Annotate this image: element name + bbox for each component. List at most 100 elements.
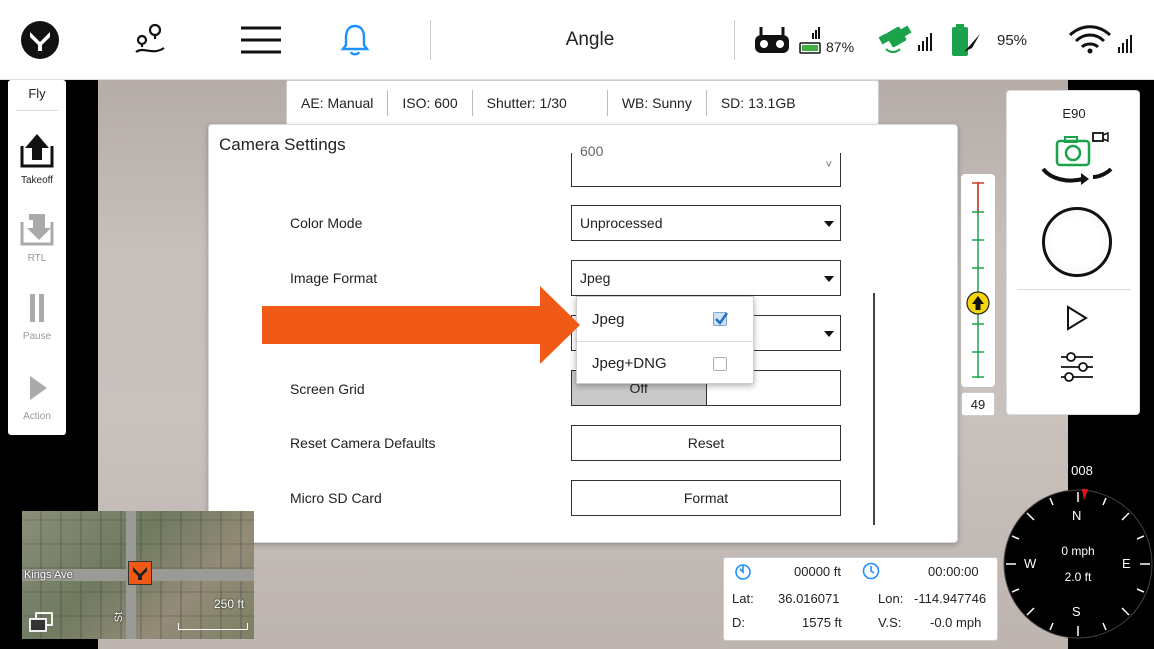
mini-map[interactable]: Kings Ave St 250 ft: [22, 511, 254, 639]
divider: [1017, 289, 1131, 290]
annotation-arrow-icon: [262, 286, 582, 369]
zoom-slider[interactable]: [961, 174, 995, 387]
checkbox-unchecked-icon[interactable]: [713, 357, 727, 371]
micro-sd-label: Micro SD Card: [290, 490, 382, 506]
iso-status: ISO: 600: [388, 90, 473, 116]
return-to-launch-icon: [20, 214, 54, 246]
map-scale-bar: [178, 623, 248, 630]
color-mode-label: Color Mode: [290, 215, 363, 231]
ae-status: AE: Manual: [287, 90, 389, 116]
dropdown-option-jpeg[interactable]: Jpeg: [577, 297, 755, 341]
fly-mode-label: Fly: [28, 86, 46, 101]
playback-icon[interactable]: [1065, 305, 1089, 336]
compass-speed: 0 mph: [1061, 544, 1095, 558]
compass-south: S: [1072, 604, 1081, 619]
format-button-label: Format: [683, 490, 729, 506]
distance-value: 1575 ft: [802, 615, 842, 630]
shutter-button[interactable]: [1042, 207, 1112, 277]
altitude-value: 00000 ft: [794, 564, 841, 579]
vertical-speed-label: V.S:: [878, 615, 902, 630]
flight-mode-label: Angle: [565, 29, 615, 50]
compass-west: W: [1024, 556, 1037, 571]
image-format-dropdown: Jpeg Jpeg+DNG: [576, 296, 755, 385]
play-action-icon: [30, 376, 47, 400]
controller-signal-battery-icon: [799, 27, 821, 54]
controller-battery: 87%: [798, 0, 866, 80]
map-street-label: Kings Ave: [24, 569, 73, 581]
clock-icon: [862, 562, 880, 580]
image-format-select[interactable]: Jpeg: [571, 260, 841, 296]
camera-switch-icon[interactable]: [1037, 131, 1117, 192]
telemetry-panel: 00000 ft 00:00:00 Lat: 36.016071 Lon: -1…: [723, 557, 998, 641]
compass-east: E: [1122, 556, 1131, 571]
distance-label: D:: [732, 615, 745, 630]
divider: [16, 110, 58, 111]
flight-controls-panel: Fly Takeoff RTL Pause Action: [8, 80, 66, 435]
pause-button[interactable]: Pause: [8, 290, 66, 342]
pause-icon: [30, 294, 44, 322]
remote-controller-icon: [752, 0, 792, 80]
compass-heading: 008: [1071, 463, 1093, 478]
screen-grid-label: Screen Grid: [290, 381, 365, 397]
image-format-value: Jpeg: [580, 270, 611, 286]
flight-time-value: 00:00:00: [928, 564, 979, 579]
vertical-speed-value: -0.0 mph: [930, 615, 982, 630]
action-label: Action: [23, 411, 51, 422]
chevron-down-icon: [824, 221, 834, 227]
color-mode-select[interactable]: Unprocessed: [571, 205, 841, 241]
color-mode-value: Unprocessed: [580, 215, 663, 231]
camera-settings-sliders-icon[interactable]: [1059, 349, 1095, 390]
compass-widget: N S E W 0 mph 2.0 ft: [1002, 488, 1154, 645]
dialog-scrollbar[interactable]: [873, 293, 875, 525]
format-button[interactable]: Format: [571, 480, 841, 516]
controller-battery-percent: 87%: [826, 39, 855, 55]
dialog-title: Camera Settings: [219, 135, 346, 154]
camera-model-label: E90: [1062, 106, 1086, 121]
image-format-label: Image Format: [290, 270, 378, 286]
topbar-divider: [734, 20, 735, 60]
lon-label: Lon:: [878, 591, 904, 606]
chevron-down-icon: [824, 276, 834, 282]
compass-height: 2.0 ft: [1064, 570, 1092, 584]
wifi-signal-icon: [1066, 0, 1140, 80]
drone-battery-percent: 95%: [996, 31, 1028, 49]
rtl-label: RTL: [27, 253, 47, 264]
notification-bell-icon[interactable]: [337, 0, 373, 80]
iso-select-caret-icon: ˅: [825, 159, 832, 171]
rtl-button[interactable]: RTL: [8, 208, 66, 264]
iso-select[interactable]: 600 ˅: [571, 143, 841, 187]
gps-satellite-icon: [874, 0, 938, 80]
drone-battery-icon: [948, 0, 984, 80]
menu-icon[interactable]: [236, 0, 286, 80]
lat-value: 36.016071: [778, 591, 840, 606]
lat-label: Lat:: [732, 591, 754, 606]
drone-battery: 95%: [986, 0, 1038, 80]
topbar-divider: [430, 20, 431, 60]
waypoint-route-icon[interactable]: [128, 0, 172, 80]
top-bar: Angle 87% 95%: [0, 0, 1154, 80]
flight-mode-title: Angle: [520, 0, 660, 80]
pause-label: Pause: [22, 331, 52, 342]
reset-button-label: Reset: [687, 435, 725, 451]
app-logo-icon[interactable]: [18, 0, 62, 80]
map-scale-label: 250 ft: [214, 597, 245, 611]
zoom-value: 49: [961, 392, 995, 416]
reset-button[interactable]: Reset: [571, 425, 841, 461]
option-label: Jpeg+DNG: [592, 355, 667, 372]
iso-select-value: 600: [580, 143, 604, 159]
chevron-down-icon: [824, 331, 834, 337]
wb-status: WB: Sunny: [608, 90, 707, 116]
dropdown-option-jpeg-dng[interactable]: Jpeg+DNG: [577, 341, 755, 385]
map-expand-icon[interactable]: [28, 611, 54, 638]
shutter-status: Shutter: 1/30: [473, 90, 608, 116]
sd-status: SD: 13.1GB: [720, 95, 796, 111]
drone-location-marker-icon: [128, 561, 152, 585]
checkbox-checked-icon[interactable]: [713, 312, 728, 326]
option-label: Jpeg: [592, 310, 625, 328]
takeoff-icon: [20, 134, 54, 168]
takeoff-button[interactable]: Takeoff: [8, 130, 66, 186]
altitude-icon: [735, 564, 751, 580]
camera-status-strip: AE: Manual ISO: 600 Shutter: 1/30 WB: Su…: [286, 80, 879, 126]
takeoff-label: Takeoff: [20, 175, 54, 186]
action-button[interactable]: Action: [8, 370, 66, 422]
